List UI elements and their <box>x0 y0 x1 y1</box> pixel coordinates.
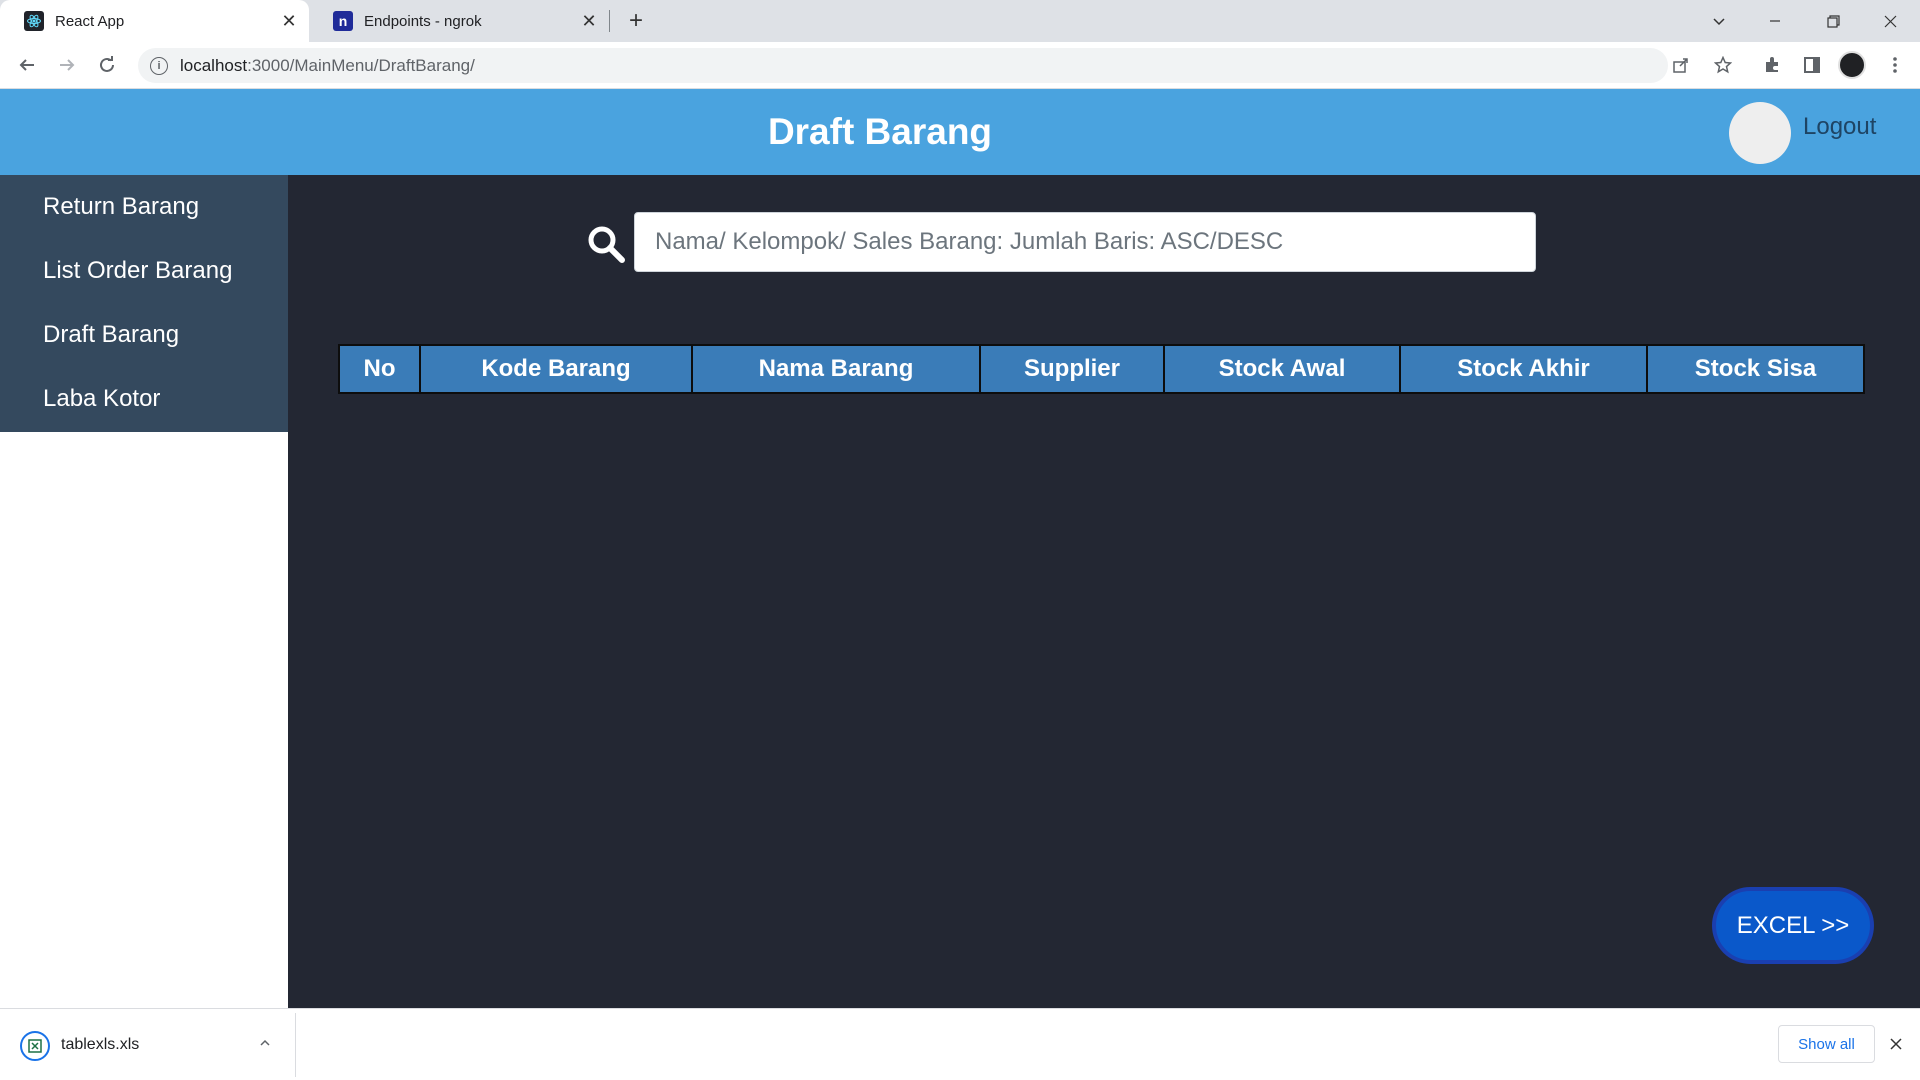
chevron-up-icon[interactable] <box>255 1033 275 1053</box>
reload-icon[interactable] <box>92 50 122 80</box>
extensions-icon[interactable] <box>1757 50 1787 80</box>
download-file-name[interactable]: tablexls.xls <box>61 1036 139 1054</box>
tab-divider <box>609 10 610 32</box>
tab-endpoints-ngrok[interactable]: n Endpoints - ngrok ✕ <box>309 0 609 42</box>
new-tab-icon[interactable]: + <box>624 7 648 34</box>
forward-arrow-icon[interactable] <box>52 50 82 80</box>
downloads-bar: tablexls.xls Show all <box>0 1008 1920 1080</box>
table-header-row: No Kode Barang Nama Barang Supplier Stoc… <box>338 344 1865 394</box>
data-table: No Kode Barang Nama Barang Supplier Stoc… <box>338 344 1865 394</box>
profile-avatar-icon[interactable] <box>1838 51 1866 79</box>
sidebar: Return Barang List Order Barang Draft Ba… <box>0 175 288 432</box>
close-icon[interactable] <box>1886 1034 1906 1054</box>
back-arrow-icon[interactable] <box>12 50 42 80</box>
kebab-menu-icon[interactable] <box>1880 50 1910 80</box>
app-header: Draft Barang Logout <box>0 89 1920 175</box>
divider <box>295 1013 296 1077</box>
main-content: No Kode Barang Nama Barang Supplier Stoc… <box>288 175 1920 1008</box>
show-all-button[interactable]: Show all <box>1778 1025 1875 1063</box>
ngrok-icon: n <box>333 11 353 31</box>
address-bar[interactable]: i localhost:3000/MainMenu/DraftBarang/ <box>138 48 1668 83</box>
column-header-stock-akhir: Stock Akhir <box>1399 344 1648 394</box>
browser-tab-bar: React App ✕ n Endpoints - ngrok ✕ + <box>0 0 1920 42</box>
site-info-icon[interactable]: i <box>150 56 168 75</box>
search-icon <box>586 224 626 264</box>
column-header-stock-sisa: Stock Sisa <box>1646 344 1865 394</box>
close-icon[interactable]: ✕ <box>279 11 299 31</box>
sidebar-item-return-barang[interactable]: Return Barang <box>0 175 288 239</box>
sidebar-item-laba-kotor[interactable]: Laba Kotor <box>0 367 288 431</box>
tab-title: React App <box>55 12 125 30</box>
share-icon[interactable] <box>1666 50 1696 80</box>
page-title: Draft Barang <box>767 111 993 152</box>
column-header-supplier: Supplier <box>979 344 1165 394</box>
column-header-kode-barang: Kode Barang <box>419 344 693 394</box>
url-text: localhost:3000/MainMenu/DraftBarang/ <box>180 55 475 75</box>
column-header-nama-barang: Nama Barang <box>691 344 981 394</box>
close-icon[interactable]: ✕ <box>579 11 599 31</box>
column-header-no: No <box>338 344 421 394</box>
excel-file-icon <box>20 1031 50 1061</box>
sidebar-item-draft-barang[interactable]: Draft Barang <box>0 303 288 367</box>
bookmark-star-icon[interactable] <box>1708 50 1738 80</box>
logout-button[interactable]: Logout <box>1803 113 1876 141</box>
tab-react-app[interactable]: React App ✕ <box>0 0 309 42</box>
restore-icon[interactable] <box>1805 0 1861 42</box>
minimize-icon[interactable] <box>1747 0 1803 42</box>
tab-search-chevron-icon[interactable] <box>1691 0 1747 42</box>
react-icon <box>24 11 44 31</box>
tab-title: Endpoints - ngrok <box>364 12 482 30</box>
sidebar-item-list-order-barang[interactable]: List Order Barang <box>0 239 288 303</box>
avatar[interactable] <box>1729 102 1791 164</box>
close-window-icon[interactable] <box>1862 0 1918 42</box>
search-input[interactable] <box>634 212 1536 272</box>
side-panel-icon[interactable] <box>1797 50 1827 80</box>
excel-export-button[interactable]: EXCEL >> <box>1712 887 1874 964</box>
column-header-stock-awal: Stock Awal <box>1163 344 1401 394</box>
browser-toolbar: i localhost:3000/MainMenu/DraftBarang/ <box>0 42 1920 89</box>
